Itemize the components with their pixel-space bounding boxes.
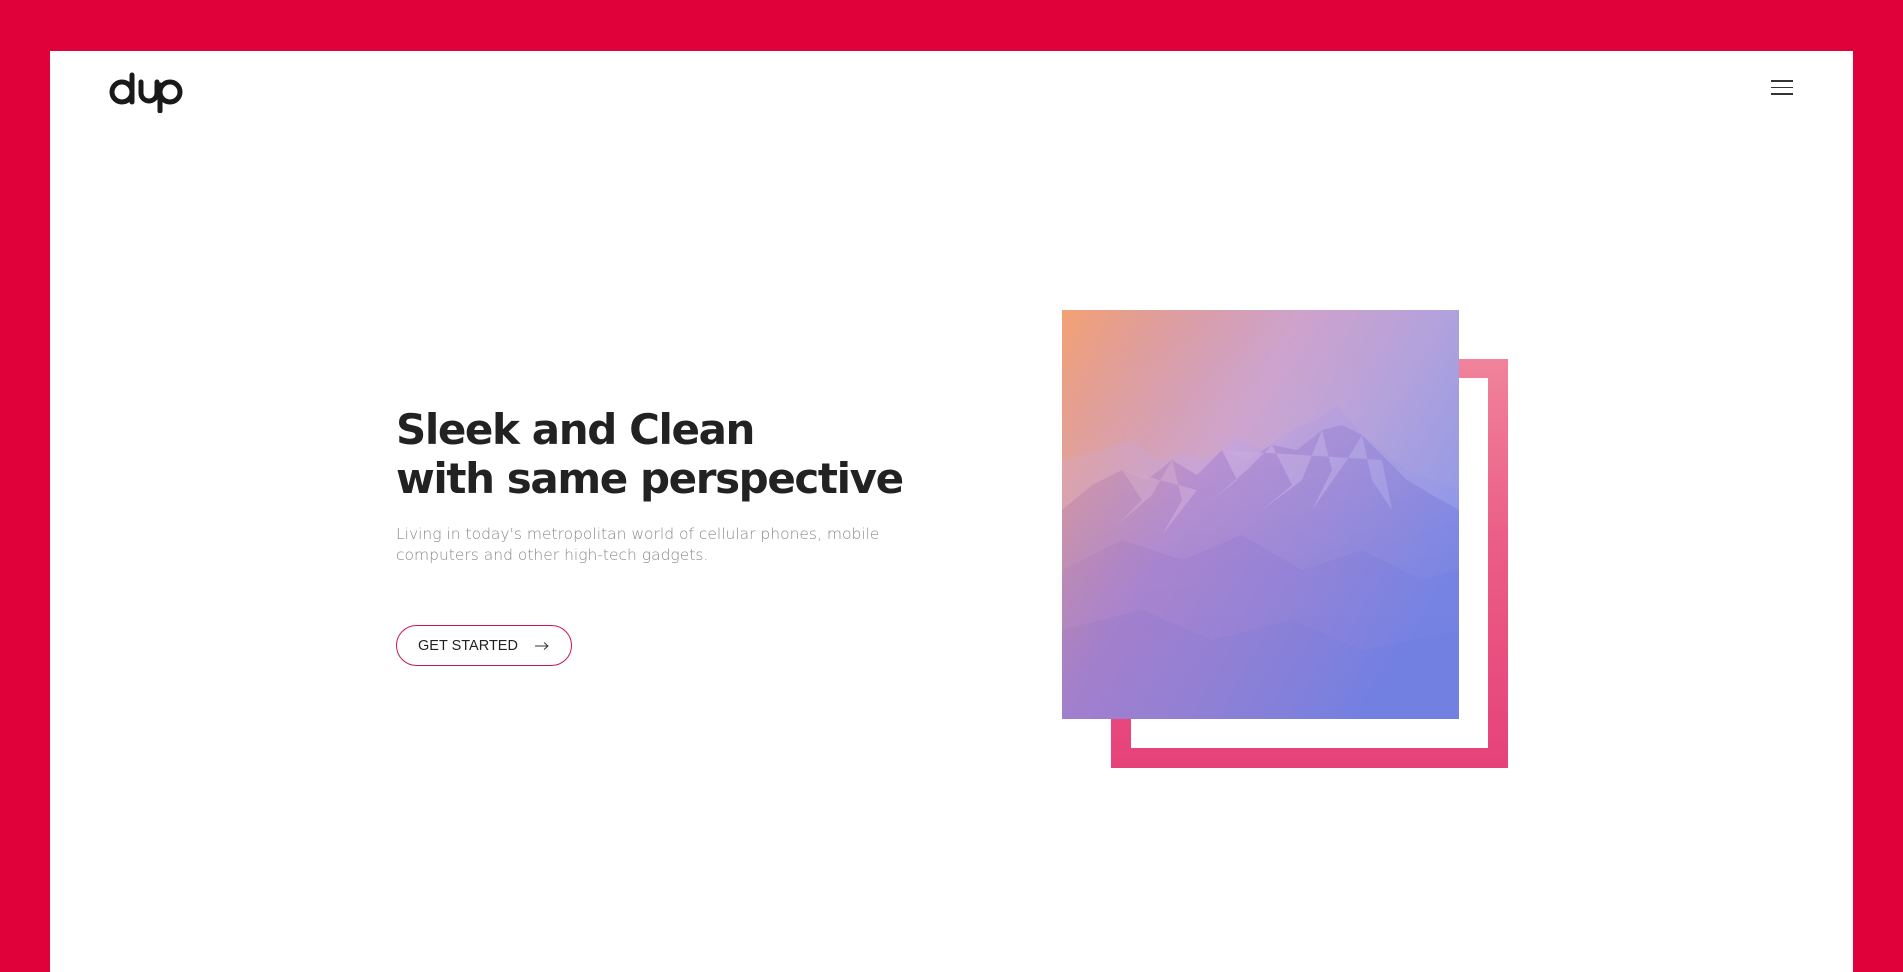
mountain-landscape-photo xyxy=(1062,310,1459,719)
menu-line xyxy=(1771,86,1793,88)
page-frame: Sleek and Clean with same perspective Li… xyxy=(50,51,1853,972)
get-started-button[interactable]: GET STARTED xyxy=(396,625,572,666)
hero-image-group xyxy=(1062,310,1508,768)
hero-description: Living in today's metropolitan world of … xyxy=(396,525,880,564)
hamburger-menu-icon[interactable] xyxy=(1771,80,1793,98)
menu-line xyxy=(1771,93,1793,95)
menu-line xyxy=(1771,80,1793,82)
get-started-label: GET STARTED xyxy=(418,637,518,654)
hero-title-line-1: Sleek and Clean xyxy=(396,405,755,454)
hero-title-line-2: with same perspective xyxy=(396,454,904,503)
mountain-illustration xyxy=(1062,310,1459,719)
hero-title: Sleek and Clean with same perspective xyxy=(396,405,956,503)
logo[interactable] xyxy=(109,69,183,114)
arrow-right-icon xyxy=(534,641,549,650)
logo-mark-icon xyxy=(109,72,183,114)
hero-text: Sleek and Clean with same perspective Li… xyxy=(396,405,956,566)
